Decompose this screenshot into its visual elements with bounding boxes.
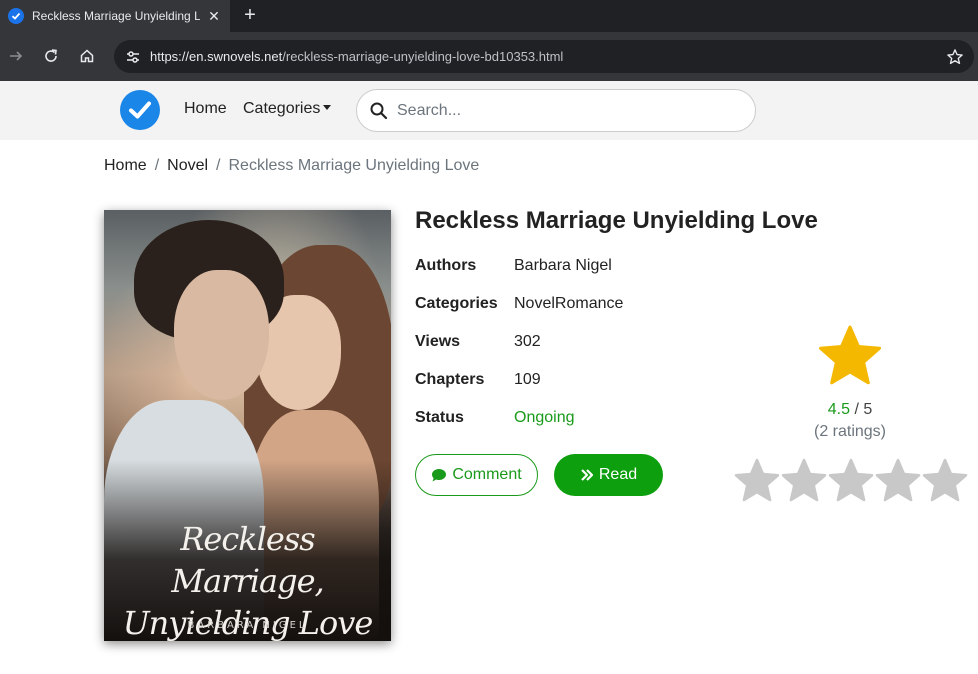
search-input[interactable] <box>397 100 737 122</box>
rate-stars <box>734 458 978 504</box>
cover-title-line: Reckless Marriage, <box>171 520 324 600</box>
site-navbar: Home Categories <box>0 81 978 140</box>
rating-score: 4.5 / 5 <box>790 401 910 419</box>
url-path: /reckless-marriage-unyielding-love-bd103… <box>282 49 564 64</box>
detail-label: Status <box>415 409 464 426</box>
browser-tab[interactable]: Reckless Marriage Unyielding Lo ✕ <box>0 0 230 32</box>
address-bar[interactable]: https://en.swnovels.net/reckless-marriag… <box>114 40 974 73</box>
breadcrumb-separator: / <box>154 157 160 174</box>
nav-home-link[interactable]: Home <box>184 100 227 118</box>
read-button[interactable]: Read <box>554 454 663 496</box>
arrow-right-icon <box>10 51 23 61</box>
nav-categories-label: Categories <box>243 100 321 117</box>
detail-value-status: Ongoing <box>514 409 575 426</box>
tune-icon <box>127 51 139 63</box>
search-icon <box>370 102 388 120</box>
book-title: Reckless Marriage Unyielding Love <box>415 207 818 234</box>
breadcrumb-novel[interactable]: Novel <box>167 157 208 174</box>
detail-label: Chapters <box>415 371 485 388</box>
reload-icon <box>45 49 57 62</box>
cover-art-shape <box>174 270 269 400</box>
nav-categories-dropdown[interactable]: Categories <box>243 100 332 118</box>
browser-tabstrip: Reckless Marriage Unyielding Lo ✕ + <box>0 0 978 32</box>
comment-button-label: Comment <box>452 466 522 483</box>
breadcrumb-home[interactable]: Home <box>104 157 147 174</box>
detail-label: Views <box>415 333 461 350</box>
speech-bubble-icon <box>431 468 447 483</box>
home-icon <box>80 49 94 63</box>
book-cover: Reckless Marriage, Unyielding Love BARBAR… <box>104 210 391 641</box>
rate-star-icon[interactable] <box>828 458 874 502</box>
tab-title: Reckless Marriage Unyielding Lo <box>32 9 200 23</box>
rate-star-icon[interactable] <box>922 458 968 502</box>
read-button-label: Read <box>598 466 638 483</box>
cover-author: BARBARA NIGEL <box>187 620 308 631</box>
forward-button[interactable] <box>2 42 30 70</box>
star-outline-icon <box>947 49 963 65</box>
rating-count: (2 ratings) <box>813 423 887 440</box>
rating-score-value: 4.5 <box>827 401 850 418</box>
new-tab-button[interactable]: + <box>240 3 260 27</box>
rating-star-icon <box>819 325 881 385</box>
site-info-button[interactable] <box>122 46 144 68</box>
breadcrumb: Home / Novel / Reckless Marriage Unyielding … <box>104 157 479 175</box>
tab-close-icon[interactable]: ✕ <box>206 8 222 25</box>
caret-down-icon <box>323 105 332 110</box>
detail-value-chapters: 109 <box>514 371 541 388</box>
url-text[interactable]: https://en.swnovels.net/reckless-marriag… <box>150 49 563 64</box>
breadcrumb-separator: / <box>216 157 221 174</box>
breadcrumb-current: Reckless Marriage Unyielding Love <box>228 157 480 174</box>
detail-value-categories[interactable]: NovelRomance <box>514 295 623 313</box>
rate-star-icon[interactable] <box>734 458 780 502</box>
checkmark-favicon-icon <box>8 8 24 24</box>
rate-star-icon[interactable] <box>875 458 921 502</box>
rating-out-of: / 5 <box>854 401 873 418</box>
bookmark-button[interactable] <box>944 46 966 68</box>
detail-value-views: 302 <box>514 333 541 350</box>
detail-label: Categories <box>415 295 498 312</box>
detail-value-authors[interactable]: Barbara Nigel <box>514 257 612 275</box>
rate-star-icon[interactable] <box>781 458 827 502</box>
search-box[interactable] <box>356 89 756 132</box>
url-host: https://en.swnovels.net <box>150 49 283 64</box>
site-logo[interactable] <box>120 90 160 130</box>
reload-button[interactable] <box>37 42 65 70</box>
double-chevron-right-icon <box>580 468 594 482</box>
checkmark-icon <box>129 101 151 119</box>
browser-toolbar: https://en.swnovels.net/reckless-marriag… <box>0 32 978 81</box>
detail-label: Authors <box>415 257 477 274</box>
comment-button[interactable]: Comment <box>415 454 538 496</box>
home-button[interactable] <box>73 42 101 70</box>
